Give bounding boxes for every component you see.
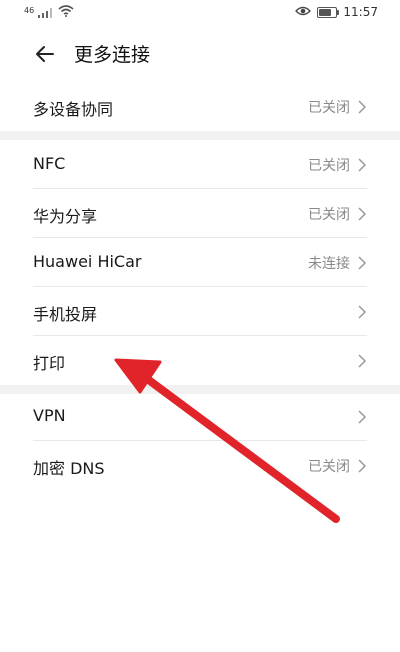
chevron-right-icon [358,100,367,114]
settings-section-1: 多设备协同 已关闭 [0,82,400,131]
vpn-row[interactable]: VPN [0,392,400,441]
eye-icon [295,5,312,19]
encrypted-dns-row[interactable]: 加密 DNS 已关闭 [0,441,400,490]
row-label: NFC [33,154,66,173]
network-type-label: 46 [24,5,35,15]
status-right: 11:57 [295,5,378,19]
row-status: 未连接 [308,256,350,272]
clock: 11:57 [343,5,378,19]
row-status: 已关闭 [308,100,350,116]
huawei-hicar-row[interactable]: Huawei HiCar 未连接 [0,238,400,287]
row-status: 已关闭 [308,158,350,174]
chevron-right-icon [358,459,367,473]
settings-section-2: NFC 已关闭 华为分享 已关闭 Huawei HiCar 未连接 手机投屏 打… [0,140,400,385]
row-label: 手机投屏 [33,305,98,324]
chevron-right-icon [358,410,367,424]
nfc-row[interactable]: NFC 已关闭 [0,140,400,189]
row-label: 多设备协同 [33,100,114,119]
settings-screen: 46 11:57 更多连接 多设备协同 已关闭 NFC 已关闭 华为分享 已关闭… [0,0,400,652]
row-status: 已关闭 [308,207,350,223]
multi-device-collab-row[interactable]: 多设备协同 已关闭 [0,82,400,131]
back-button[interactable] [33,42,57,66]
signal-icon: 46 [24,5,53,20]
settings-section-3: VPN 加密 DNS 已关闭 [0,392,400,490]
chevron-right-icon [358,354,367,368]
row-label: VPN [33,406,66,425]
screen-projection-row[interactable]: 手机投屏 [0,287,400,336]
row-label: 华为分享 [33,207,98,226]
chevron-right-icon [358,256,367,270]
back-arrow-icon [36,46,54,62]
wifi-icon [58,5,74,20]
status-left: 46 [24,5,74,20]
page-title: 更多连接 [74,44,151,66]
row-label: 加密 DNS [33,459,105,478]
row-label: Huawei HiCar [33,252,142,271]
print-row[interactable]: 打印 [0,336,400,385]
row-label: 打印 [33,354,66,373]
header: 更多连接 [0,26,400,82]
battery-icon [317,6,340,18]
chevron-right-icon [358,305,367,319]
row-status: 已关闭 [308,459,350,475]
status-bar: 46 11:57 [0,0,400,26]
chevron-right-icon [358,207,367,221]
chevron-right-icon [358,158,367,172]
section-divider [0,131,400,140]
huawei-share-row[interactable]: 华为分享 已关闭 [0,189,400,238]
